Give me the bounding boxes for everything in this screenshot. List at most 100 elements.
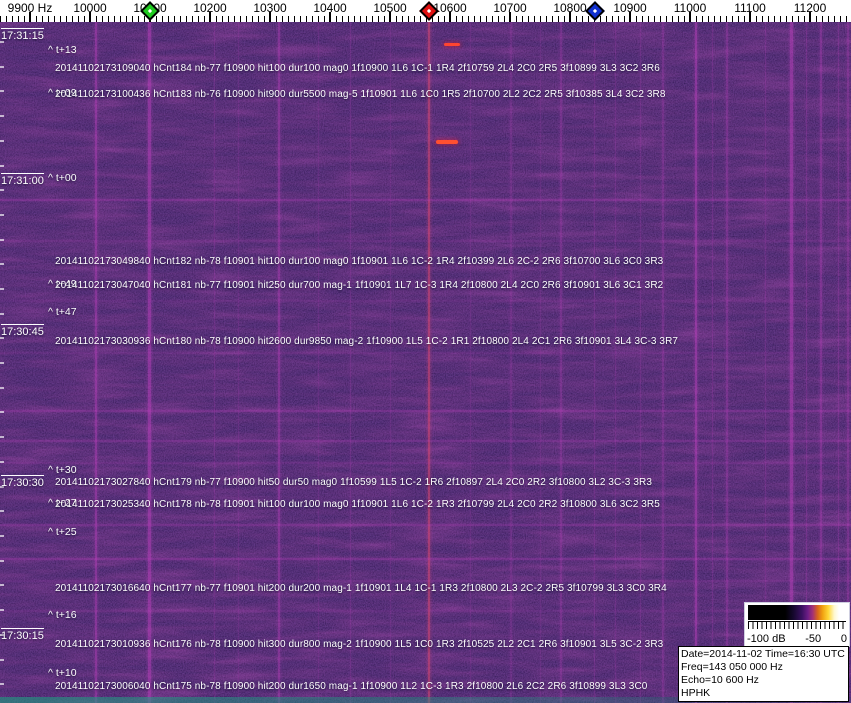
info-frequency: Freq=143 050 000 Hz: [681, 661, 846, 674]
freq-major-tick: [569, 12, 571, 22]
spectrogram-vertical-stripe: [806, 22, 807, 703]
left-minor-tick: [0, 263, 4, 265]
left-minor-tick: [0, 313, 4, 315]
detection-log-line: 20141102173027840 hCnt179 nb-77 f10900 h…: [55, 477, 652, 488]
detection-log-line: 20141102173100436 hCnt183 nb-76 f10900 h…: [55, 89, 666, 100]
spectrogram-vertical-stripe: [695, 22, 697, 703]
spectrogram-vertical-stripe: [662, 22, 664, 703]
spectrogram-vertical-stripe: [214, 22, 215, 703]
event-time-marker: ^ t+25: [48, 526, 77, 538]
detection-log-line: 20141102173006040 hCnt175 nb-78 f10900 h…: [55, 681, 647, 692]
spectrogram-horizontal-stripe: [0, 352, 851, 354]
event-time-marker: ^ t+16: [48, 609, 77, 621]
info-date-time: Date=2014-11-02 Time=16:30 UTC: [681, 648, 846, 661]
spectrogram-vertical-stripe: [278, 22, 280, 703]
freq-major-tick: [629, 12, 631, 22]
left-minor-tick: [0, 659, 4, 661]
db-scale-labels: -100 dB -50 0: [747, 633, 847, 645]
time-label: 17:30:15: [1, 628, 44, 642]
spectrogram-vertical-stripe: [765, 22, 766, 703]
left-minor-tick: [0, 239, 4, 241]
spectrogram-horizontal-stripe: [0, 300, 851, 302]
spectrogram-canvas[interactable]: [0, 22, 851, 703]
freq-major-tick: [749, 12, 751, 22]
detection-log-line: 20141102173109040 hCnt184 nb-77 f10900 h…: [55, 63, 660, 74]
spectrogram-horizontal-stripe: [0, 199, 851, 201]
left-minor-tick: [0, 461, 4, 463]
freq-major-tick: [509, 12, 511, 22]
detection-log-line: 20141102173016640 hCnt177 nb-77 f10901 h…: [55, 583, 667, 594]
freq-major-tick: [29, 12, 31, 22]
event-time-marker: ^ t+13: [48, 44, 77, 56]
spectrogram-horizontal-stripe: [0, 440, 851, 442]
db-scale-ticks: [748, 621, 846, 629]
spectrogram-horizontal-stripe: [0, 524, 851, 526]
left-minor-tick: [0, 560, 4, 562]
left-minor-tick: [0, 214, 4, 216]
time-label: 17:30:45: [1, 324, 44, 338]
spectrogram-horizontal-stripe: [0, 462, 851, 464]
spectrogram-vertical-stripe: [95, 22, 97, 703]
event-time-marker: ^ t+00: [48, 172, 77, 184]
event-time-marker: ^ t+10: [48, 667, 77, 679]
meteor-echo-spectrogram-app: 9900 Hz100001010010200103001040010500106…: [0, 0, 851, 703]
freq-major-tick: [449, 12, 451, 22]
left-minor-tick: [0, 387, 4, 389]
info-station-code: HPHK: [681, 687, 846, 700]
left-minor-tick: [0, 115, 4, 117]
left-minor-tick: [0, 683, 4, 685]
spectrogram-vertical-stripe: [428, 22, 430, 703]
freq-major-tick: [389, 12, 391, 22]
freq-major-tick: [809, 12, 811, 22]
db-label-max: 0: [841, 633, 847, 645]
freq-major-tick: [689, 12, 691, 22]
db-label-mid: -50: [805, 633, 821, 645]
left-minor-tick: [0, 584, 4, 586]
freq-major-tick: [89, 12, 91, 22]
spectrogram-vertical-stripe: [560, 22, 562, 703]
left-minor-tick: [0, 189, 4, 191]
meteor-echo-trace: [444, 43, 460, 46]
spectrogram-horizontal-stripe: [0, 610, 851, 612]
detection-log-line: 20141102173049840 hCnt182 nb-78 f10901 h…: [55, 256, 663, 267]
spectrogram-horizontal-stripe: [0, 558, 851, 560]
time-label: 17:31:15: [1, 28, 44, 42]
event-time-marker: ^ t+47: [48, 306, 77, 318]
left-minor-tick: [0, 66, 4, 68]
left-minor-tick: [0, 165, 4, 167]
spectrogram-vertical-stripe: [640, 22, 641, 703]
spectrogram-vertical-stripe: [790, 22, 793, 703]
spectrogram-vertical-stripe: [540, 22, 541, 703]
frequency-axis: 9900 Hz100001010010200103001040010500106…: [0, 0, 851, 22]
spectrogram-vertical-stripe: [318, 22, 319, 703]
spectrogram-vertical-stripe: [820, 22, 822, 703]
event-time-marker: ^ t+30: [48, 464, 77, 476]
left-minor-tick: [0, 90, 4, 92]
db-gradient-bar: [748, 605, 846, 620]
info-echo: Echo=10 600 Hz: [681, 674, 846, 687]
spectrogram-vertical-stripe: [847, 22, 849, 703]
spectrogram-horizontal-stripe: [0, 240, 851, 242]
spectrogram-vertical-stripe: [726, 22, 728, 703]
freq-major-tick: [269, 12, 271, 22]
time-label: 17:31:00: [1, 173, 44, 187]
detection-log-line: 20141102173030936 hCnt180 nb-78 f10900 h…: [55, 336, 678, 347]
freq-major-tick: [209, 12, 211, 22]
spectrogram-vertical-stripe: [350, 22, 351, 703]
spectrogram-horizontal-stripe: [0, 580, 851, 582]
left-minor-tick: [0, 510, 4, 512]
detection-log-line: 20141102173010936 hCnt176 nb-78 f10900 h…: [55, 639, 663, 650]
detection-log-line: 20141102173047040 hCnt181 nb-77 f10901 h…: [55, 280, 663, 291]
left-minor-tick: [0, 288, 4, 290]
detection-log-line: 20141102173025340 hCnt178 nb-78 f10901 h…: [55, 499, 660, 510]
spectrogram-vertical-stripe: [470, 22, 471, 703]
spectrogram-vertical-stripe: [390, 22, 391, 703]
spectrogram-noise: [0, 22, 851, 703]
time-label: 17:30:30: [1, 475, 44, 489]
spectrogram-horizontal-stripe: [0, 410, 851, 412]
spectrogram-vertical-stripe: [615, 22, 616, 703]
left-minor-tick: [0, 140, 4, 142]
spectrogram-vertical-stripe: [712, 22, 713, 703]
db-label-min: -100 dB: [747, 633, 786, 645]
status-info-box: Date=2014-11-02 Time=16:30 UTC Freq=143 …: [678, 646, 849, 702]
